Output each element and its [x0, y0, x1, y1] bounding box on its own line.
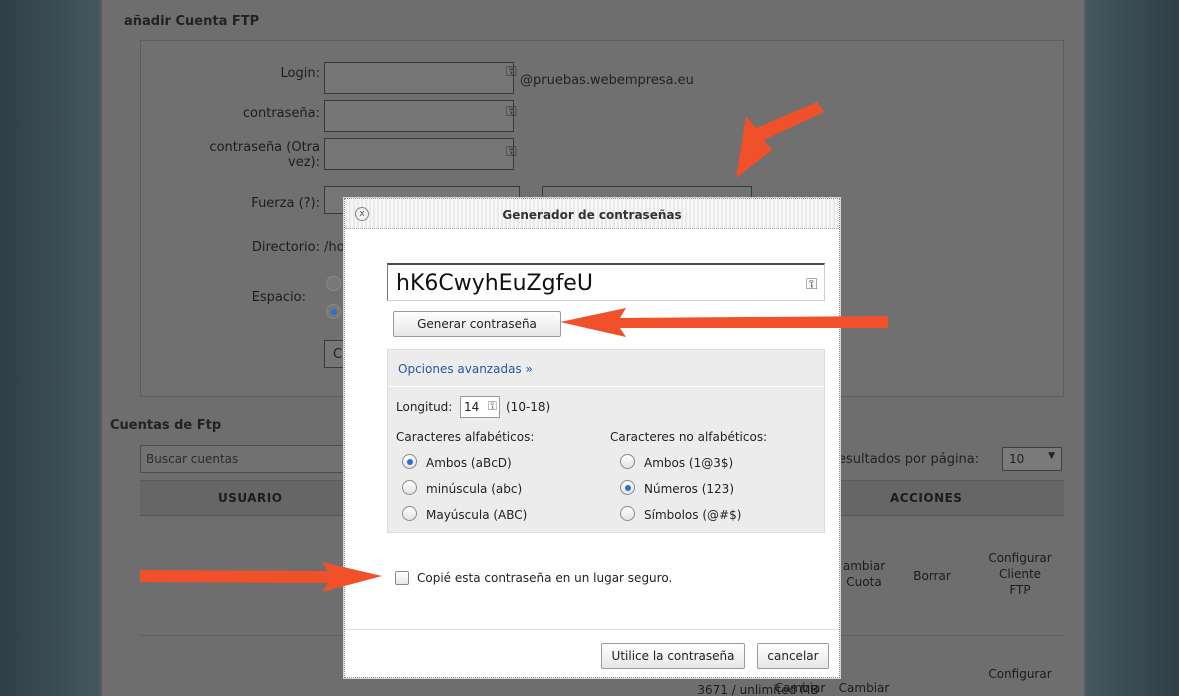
arrow-annotations — [140, 102, 888, 592]
arrow-checkbox — [140, 562, 382, 592]
arrow-annotation — [140, 102, 888, 592]
arrow-generate — [560, 308, 888, 337]
arrow-generator-button — [736, 102, 824, 178]
